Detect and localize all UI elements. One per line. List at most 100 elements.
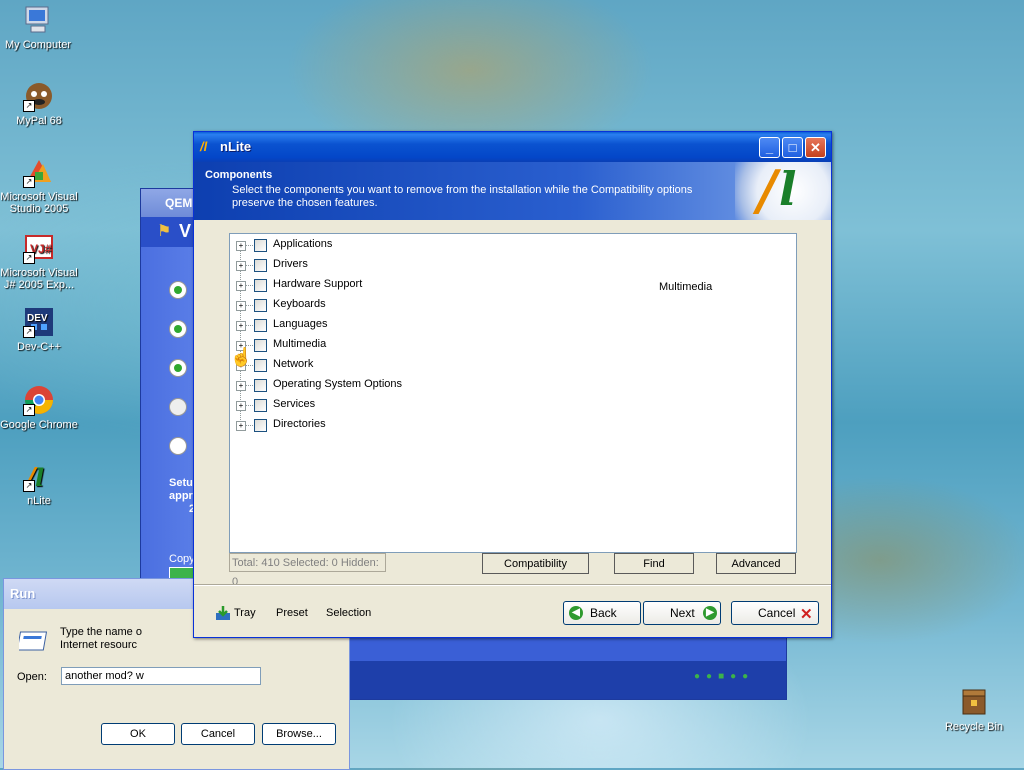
arrow-right-icon: ▶ — [703, 606, 717, 620]
checkbox[interactable] — [254, 359, 267, 372]
checkbox[interactable] — [254, 259, 267, 272]
tree-item-label: Drivers — [273, 258, 308, 270]
step-radio — [169, 320, 187, 338]
tree-item-label: Languages — [273, 318, 328, 330]
advanced-button[interactable]: Advanced — [716, 553, 796, 574]
tree-item-languages[interactable]: + Languages — [230, 316, 796, 336]
nlite-titlebar[interactable]: /l nLite _ □ ✕ — [194, 132, 831, 162]
my-computer-icon — [22, 4, 54, 36]
expand-icon[interactable]: + — [236, 421, 246, 431]
component-detail-text: Multimedia — [659, 281, 713, 293]
maximize-icon: □ — [788, 140, 797, 155]
tree-item-label: Keyboards — [273, 298, 326, 310]
next-button[interactable]: Next ▶ — [643, 601, 721, 625]
browse-button[interactable]: Browse... — [262, 723, 336, 745]
expand-icon[interactable]: + — [236, 261, 246, 271]
shortcut-arrow-icon: ↗ — [23, 252, 35, 264]
next-label: Next — [670, 606, 695, 620]
close-icon: ✕ — [810, 140, 821, 155]
qemu-banner-text: V — [179, 221, 192, 241]
shortcut-arrow-icon: ↗ — [23, 480, 35, 492]
tree-item-keyboards[interactable]: + Keyboards — [230, 296, 796, 316]
tree-item-multimedia[interactable]: + Multimedia — [230, 336, 796, 356]
shortcut-arrow-icon: ↗ — [23, 326, 35, 338]
checkbox[interactable] — [254, 339, 267, 352]
qemu-title: QEM — [165, 196, 193, 210]
desktop-icon-label: Microsoft Visual J# 2005 Exp... — [0, 267, 78, 291]
svg-text:DEV: DEV — [27, 313, 48, 324]
desktop-icon-recycle-bin[interactable]: Recycle Bin — [934, 686, 1014, 733]
back-button[interactable]: ◀ Back — [563, 601, 641, 625]
cancel-button[interactable]: Cancel — [181, 723, 255, 745]
minimize-button[interactable]: _ — [759, 137, 780, 158]
selection-link[interactable]: Selection — [326, 607, 371, 619]
page-header: Components Select the components you wan… — [194, 158, 831, 222]
tray-link[interactable]: Tray — [234, 607, 256, 619]
desktop-icon-mypal[interactable]: ↗ MyPal 68 — [0, 80, 79, 127]
expand-icon[interactable]: + — [236, 281, 246, 291]
checkbox[interactable] — [254, 319, 267, 332]
run-open-input[interactable] — [61, 667, 261, 685]
desktop-icon-nlite[interactable]: / l ↗ nLite — [0, 460, 79, 507]
run-program-icon — [16, 629, 51, 656]
tree-item-operating-system-options[interactable]: + Operating System Options — [230, 376, 796, 396]
desktop-icon-visual-studio[interactable]: ↗ Microsoft Visual Studio 2005 — [0, 156, 79, 215]
cancel-label: Cancel — [758, 606, 796, 620]
compatibility-button[interactable]: Compatibility — [482, 553, 589, 574]
minimize-icon: _ — [765, 140, 774, 155]
desktop-icon-devcpp[interactable]: DEV ↗ Dev-C++ — [0, 306, 79, 353]
step-radio — [169, 437, 187, 455]
checkbox[interactable] — [254, 279, 267, 292]
expand-icon[interactable]: + — [236, 321, 246, 331]
desktop-icon-chrome[interactable]: ↗ Google Chrome — [0, 384, 79, 431]
nlite-window: /l nLite _ □ ✕ Components Select the com… — [193, 131, 832, 638]
ok-button[interactable]: OK — [101, 723, 175, 745]
tree-item-label: Services — [273, 398, 316, 410]
tree-item-directories[interactable]: + Directories — [230, 416, 796, 436]
checkbox[interactable] — [254, 299, 267, 312]
expand-icon[interactable]: + — [236, 241, 246, 251]
desktop-icon-my-computer[interactable]: My Computer — [0, 4, 78, 51]
desktop-icon-visual-jsharp[interactable]: VJ# ↗ Microsoft Visual J# 2005 Exp... — [0, 232, 79, 291]
tree-item-network[interactable]: + Network — [230, 356, 796, 376]
chrome-icon: ↗ — [23, 384, 55, 416]
expand-icon[interactable]: + — [236, 381, 246, 391]
run-title: Run — [10, 586, 36, 601]
preset-link[interactable]: Preset — [276, 607, 308, 619]
components-tree[interactable]: + Applications + Drivers + Hardware Supp… — [229, 233, 797, 553]
tree-item-label: Network — [273, 358, 314, 370]
step-radio — [169, 359, 187, 377]
shortcut-arrow-icon: ↗ — [23, 404, 35, 416]
arrow-left-icon: ◀ — [569, 606, 583, 620]
visual-studio-icon: ↗ — [23, 156, 55, 188]
status-summary: Total: 410 Selected: 0 Hidden: 0 — [229, 553, 386, 588]
checkbox[interactable] — [254, 379, 267, 392]
step-radio — [169, 281, 187, 299]
nlite-title: nLite — [220, 139, 252, 154]
back-label: Back — [590, 606, 617, 620]
close-button[interactable]: ✕ — [805, 137, 826, 158]
tree-item-services[interactable]: + Services — [230, 396, 796, 416]
tree-item-label: Directories — [273, 418, 326, 430]
tree-item-drivers[interactable]: + Drivers — [230, 256, 796, 276]
tree-item-label: Hardware Support — [273, 278, 363, 290]
visual-jsharp-icon: VJ# ↗ — [23, 232, 55, 264]
qemu-copy-label: Copy — [169, 553, 195, 565]
checkbox[interactable] — [254, 399, 267, 412]
shortcut-arrow-icon: ↗ — [23, 100, 35, 112]
desktop-icon-label: Google Chrome — [0, 419, 78, 431]
windows-flag-icon: ⚑ — [157, 223, 172, 240]
maximize-button[interactable]: □ — [782, 137, 803, 158]
tree-item-applications[interactable]: + Applications — [230, 236, 796, 256]
expand-icon[interactable]: + — [236, 301, 246, 311]
nlite-icon: / l ↗ — [23, 460, 55, 493]
checkbox[interactable] — [254, 419, 267, 432]
cancel-button[interactable]: Cancel ✕ — [731, 601, 819, 625]
svg-text:l: l — [35, 463, 44, 492]
cancel-x-icon: ✕ — [800, 606, 813, 623]
tree-item-label: Multimedia — [273, 338, 327, 350]
expand-icon[interactable]: + — [236, 401, 246, 411]
find-button[interactable]: Find — [614, 553, 694, 574]
checkbox[interactable] — [254, 239, 267, 252]
run-description: Type the name o Internet resourc — [60, 626, 142, 651]
